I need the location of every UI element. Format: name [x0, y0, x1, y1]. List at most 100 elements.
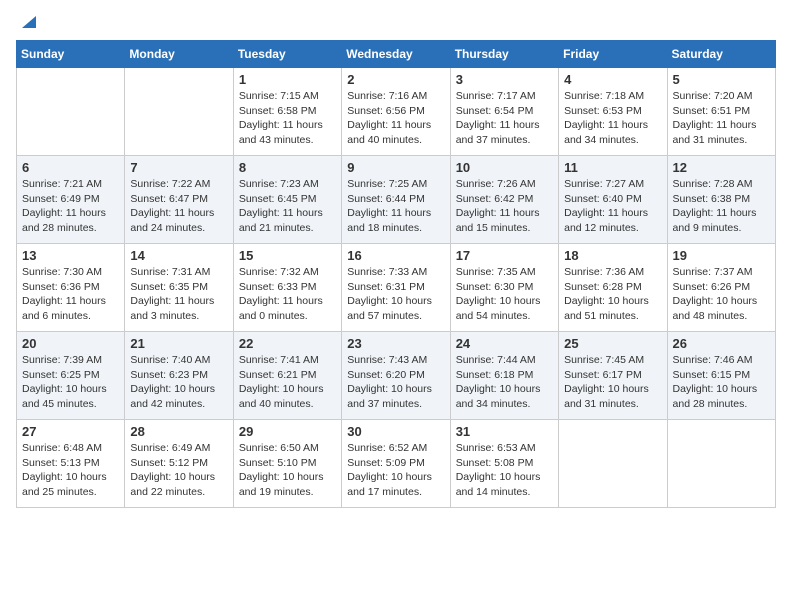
day-number: 18: [564, 248, 661, 263]
calendar-day-cell: 20Sunrise: 7:39 AM Sunset: 6:25 PM Dayli…: [17, 332, 125, 420]
day-info: Sunrise: 7:44 AM Sunset: 6:18 PM Dayligh…: [456, 353, 553, 412]
calendar-day-cell: 13 Sunrise: 7:30 AM Sunset: 6:36 PM Dayli…: [17, 244, 125, 332]
calendar-empty-cell: [559, 420, 667, 508]
calendar-day-cell: 11 Sunrise: 7:27 AM Sunset: 6:40 PM Dayli…: [559, 156, 667, 244]
day-info: Sunrise: 7:16 AM Sunset: 6:56 PM Dayligh…: [347, 89, 444, 148]
weekday-header-tuesday: Tuesday: [233, 41, 341, 68]
day-number: 25: [564, 336, 661, 351]
day-number: 29: [239, 424, 336, 439]
calendar-day-cell: 21 Sunrise: 7:40 AM Sunset: 6:23 PM Dayli…: [125, 332, 233, 420]
day-info: Sunrise: 7:28 AM Sunset: 6:38 PM Dayligh…: [673, 177, 770, 236]
day-info: Sunrise: 7:18 AM Sunset: 6:53 PM Dayligh…: [564, 89, 661, 148]
day-number: 28: [130, 424, 227, 439]
day-number: 22: [239, 336, 336, 351]
calendar-empty-cell: [667, 420, 775, 508]
day-info: Sunrise: 7:32 AM Sunset: 6:33 PM Dayligh…: [239, 265, 336, 324]
day-number: 1: [239, 72, 336, 87]
day-info: Sunrise: 7:20 AM Sunset: 6:51 PM Dayligh…: [673, 89, 770, 148]
day-number: 13: [22, 248, 119, 263]
calendar-day-cell: 6 Sunrise: 7:21 AM Sunset: 6:49 PM Daylig…: [17, 156, 125, 244]
day-info: Sunrise: 7:31 AM Sunset: 6:35 PM Dayligh…: [130, 265, 227, 324]
calendar-day-cell: 22 Sunrise: 7:41 AM Sunset: 6:21 PM Dayli…: [233, 332, 341, 420]
calendar-day-cell: 23 Sunrise: 7:43 AM Sunset: 6:20 PM Dayli…: [342, 332, 450, 420]
logo-triangle-icon: [18, 12, 36, 30]
calendar-day-cell: 2 Sunrise: 7:16 AM Sunset: 6:56 PM Daylig…: [342, 68, 450, 156]
day-info: Sunrise: 7:22 AM Sunset: 6:47 PM Dayligh…: [130, 177, 227, 236]
calendar-day-cell: 25Sunrise: 7:45 AM Sunset: 6:17 PM Dayli…: [559, 332, 667, 420]
day-info: Sunrise: 7:40 AM Sunset: 6:23 PM Dayligh…: [130, 353, 227, 412]
day-number: 15: [239, 248, 336, 263]
day-number: 10: [456, 160, 553, 175]
day-info: Sunrise: 7:25 AM Sunset: 6:44 PM Dayligh…: [347, 177, 444, 236]
day-number: 3: [456, 72, 553, 87]
calendar-day-cell: 8 Sunrise: 7:23 AM Sunset: 6:45 PM Daylig…: [233, 156, 341, 244]
calendar-day-cell: 1Sunrise: 7:15 AM Sunset: 6:58 PM Daylig…: [233, 68, 341, 156]
day-info: Sunrise: 7:36 AM Sunset: 6:28 PM Dayligh…: [564, 265, 661, 324]
day-info: Sunrise: 7:43 AM Sunset: 6:20 PM Dayligh…: [347, 353, 444, 412]
day-number: 31: [456, 424, 553, 439]
calendar-week-row: 20Sunrise: 7:39 AM Sunset: 6:25 PM Dayli…: [17, 332, 776, 420]
day-info: Sunrise: 7:46 AM Sunset: 6:15 PM Dayligh…: [673, 353, 770, 412]
day-info: Sunrise: 6:52 AM Sunset: 5:09 PM Dayligh…: [347, 441, 444, 500]
calendar-day-cell: 15 Sunrise: 7:32 AM Sunset: 6:33 PM Dayli…: [233, 244, 341, 332]
day-number: 6: [22, 160, 119, 175]
calendar-day-cell: 30 Sunrise: 6:52 AM Sunset: 5:09 PM Dayli…: [342, 420, 450, 508]
logo: [16, 16, 36, 30]
weekday-header-saturday: Saturday: [667, 41, 775, 68]
day-number: 9: [347, 160, 444, 175]
calendar-day-cell: 14 Sunrise: 7:31 AM Sunset: 6:35 PM Dayli…: [125, 244, 233, 332]
calendar-table: SundayMondayTuesdayWednesdayThursdayFrid…: [16, 40, 776, 508]
page-header: [16, 16, 776, 30]
day-number: 2: [347, 72, 444, 87]
day-number: 11: [564, 160, 661, 175]
day-number: 14: [130, 248, 227, 263]
day-info: Sunrise: 7:41 AM Sunset: 6:21 PM Dayligh…: [239, 353, 336, 412]
calendar-day-cell: 18 Sunrise: 7:36 AM Sunset: 6:28 PM Dayli…: [559, 244, 667, 332]
calendar-week-row: 1Sunrise: 7:15 AM Sunset: 6:58 PM Daylig…: [17, 68, 776, 156]
calendar-week-row: 27 Sunrise: 6:48 AM Sunset: 5:13 PM Dayli…: [17, 420, 776, 508]
weekday-header-thursday: Thursday: [450, 41, 558, 68]
day-number: 7: [130, 160, 227, 175]
day-info: Sunrise: 7:33 AM Sunset: 6:31 PM Dayligh…: [347, 265, 444, 324]
day-info: Sunrise: 7:21 AM Sunset: 6:49 PM Dayligh…: [22, 177, 119, 236]
day-number: 17: [456, 248, 553, 263]
calendar-day-cell: 26Sunrise: 7:46 AM Sunset: 6:15 PM Dayli…: [667, 332, 775, 420]
weekday-header-sunday: Sunday: [17, 41, 125, 68]
day-number: 30: [347, 424, 444, 439]
weekday-header-monday: Monday: [125, 41, 233, 68]
day-info: Sunrise: 6:53 AM Sunset: 5:08 PM Dayligh…: [456, 441, 553, 500]
day-number: 23: [347, 336, 444, 351]
day-info: Sunrise: 6:48 AM Sunset: 5:13 PM Dayligh…: [22, 441, 119, 500]
weekday-header-friday: Friday: [559, 41, 667, 68]
day-info: Sunrise: 7:17 AM Sunset: 6:54 PM Dayligh…: [456, 89, 553, 148]
calendar-day-cell: 9 Sunrise: 7:25 AM Sunset: 6:44 PM Daylig…: [342, 156, 450, 244]
day-info: Sunrise: 7:27 AM Sunset: 6:40 PM Dayligh…: [564, 177, 661, 236]
day-number: 4: [564, 72, 661, 87]
weekday-header-row: SundayMondayTuesdayWednesdayThursdayFrid…: [17, 41, 776, 68]
day-info: Sunrise: 6:49 AM Sunset: 5:12 PM Dayligh…: [130, 441, 227, 500]
day-info: Sunrise: 7:30 AM Sunset: 6:36 PM Dayligh…: [22, 265, 119, 324]
day-number: 24: [456, 336, 553, 351]
day-number: 19: [673, 248, 770, 263]
day-info: Sunrise: 7:26 AM Sunset: 6:42 PM Dayligh…: [456, 177, 553, 236]
calendar-day-cell: 28 Sunrise: 6:49 AM Sunset: 5:12 PM Dayli…: [125, 420, 233, 508]
day-info: Sunrise: 7:37 AM Sunset: 6:26 PM Dayligh…: [673, 265, 770, 324]
day-number: 16: [347, 248, 444, 263]
calendar-body: 1Sunrise: 7:15 AM Sunset: 6:58 PM Daylig…: [17, 68, 776, 508]
day-number: 27: [22, 424, 119, 439]
calendar-day-cell: 4 Sunrise: 7:18 AM Sunset: 6:53 PM Daylig…: [559, 68, 667, 156]
calendar-empty-cell: [125, 68, 233, 156]
calendar-day-cell: 31 Sunrise: 6:53 AM Sunset: 5:08 PM Dayli…: [450, 420, 558, 508]
calendar-day-cell: 27 Sunrise: 6:48 AM Sunset: 5:13 PM Dayli…: [17, 420, 125, 508]
day-number: 21: [130, 336, 227, 351]
day-number: 8: [239, 160, 336, 175]
day-number: 12: [673, 160, 770, 175]
calendar-header: SundayMondayTuesdayWednesdayThursdayFrid…: [17, 41, 776, 68]
calendar-day-cell: 16 Sunrise: 7:33 AM Sunset: 6:31 PM Dayli…: [342, 244, 450, 332]
calendar-day-cell: 12 Sunrise: 7:28 AM Sunset: 6:38 PM Dayli…: [667, 156, 775, 244]
day-number: 20: [22, 336, 119, 351]
day-info: Sunrise: 7:23 AM Sunset: 6:45 PM Dayligh…: [239, 177, 336, 236]
calendar-day-cell: 29Sunrise: 6:50 AM Sunset: 5:10 PM Dayli…: [233, 420, 341, 508]
calendar-day-cell: 7 Sunrise: 7:22 AM Sunset: 6:47 PM Daylig…: [125, 156, 233, 244]
calendar-day-cell: 17Sunrise: 7:35 AM Sunset: 6:30 PM Dayli…: [450, 244, 558, 332]
